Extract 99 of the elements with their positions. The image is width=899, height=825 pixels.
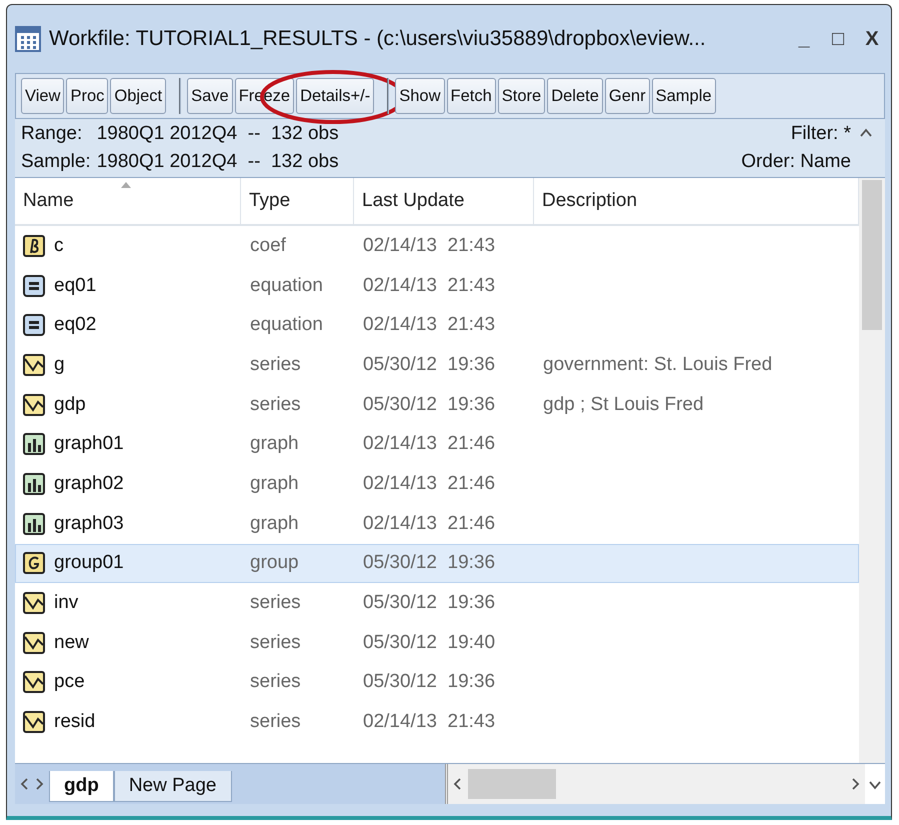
object-description: gdp ; St Louis Fred xyxy=(542,394,705,416)
table-row[interactable]: eq01 equation 02/14/13 21:43 xyxy=(15,266,859,306)
beta-icon xyxy=(23,234,45,257)
object-name: c xyxy=(54,234,64,257)
object-name: group01 xyxy=(54,552,124,574)
toolbar-button[interactable]: Sample xyxy=(652,78,716,114)
bar-chart-icon xyxy=(23,433,45,456)
table-row[interactable]: resid series 02/14/13 21:43 xyxy=(15,702,859,742)
object-type: graph xyxy=(249,512,300,535)
last-update: 05/30/12 19:36 xyxy=(362,552,496,574)
toolbar-button[interactable]: Details+/- xyxy=(296,78,374,114)
table-row[interactable]: c coef 02/14/13 21:43 xyxy=(15,226,859,266)
table-row[interactable]: group01 group 05/30/12 19:36 xyxy=(15,544,859,584)
object-name: resid xyxy=(54,711,96,734)
line-chart-icon xyxy=(23,354,45,376)
scroll-thumb[interactable] xyxy=(468,769,556,799)
last-update: 02/14/13 21:43 xyxy=(362,234,496,257)
table-row[interactable]: eq02 equation 02/14/13 21:43 xyxy=(15,305,859,346)
window-title: Workfile: TUTORIAL1_RESULTS - (c:\users\viu35889\dropbox\eview... xyxy=(49,27,707,51)
object-type: graph xyxy=(249,433,300,456)
last-update: 05/30/12 19:36 xyxy=(362,671,496,694)
sample-value: 1980Q1 2012Q4 -- 132 obs xyxy=(96,151,340,173)
bar-chart-icon xyxy=(23,512,45,535)
table-row[interactable]: graph03 graph 02/14/13 21:46 xyxy=(15,504,859,544)
table-row[interactable]: gdp series 05/30/12 19:36 gdp ; St Louis Fred xyxy=(15,384,859,424)
page-tab[interactable]: New Page xyxy=(114,771,232,802)
last-update: 02/14/13 21:46 xyxy=(362,472,496,495)
maximize-button[interactable]: □ xyxy=(825,28,851,50)
table-row[interactable]: graph01 graph 02/14/13 21:46 xyxy=(15,424,859,464)
last-update: 05/30/12 19:36 xyxy=(362,354,496,376)
object-name: gdp xyxy=(54,394,86,416)
column-header[interactable]: Last Update xyxy=(354,178,534,224)
vertical-scrollbar[interactable] xyxy=(859,178,885,763)
toolbar-button[interactable]: Object xyxy=(110,78,166,114)
last-update: 05/30/12 19:36 xyxy=(362,592,496,614)
object-type: series xyxy=(249,632,302,654)
object-name: graph01 xyxy=(54,433,124,456)
object-name: g xyxy=(54,354,65,376)
object-type: coef xyxy=(249,234,287,257)
object-name: graph03 xyxy=(54,512,124,535)
last-update: 02/14/13 21:43 xyxy=(362,274,496,297)
toolbar-button[interactable]: Fetch xyxy=(446,78,496,114)
last-update: 02/14/13 21:43 xyxy=(362,711,496,734)
order-label: Order: Name xyxy=(741,151,851,173)
last-update: 05/30/12 19:40 xyxy=(362,632,496,654)
close-button[interactable]: X xyxy=(859,28,885,50)
object-type: series xyxy=(249,354,302,376)
last-update: 02/14/13 21:46 xyxy=(362,512,496,535)
toolbar-button[interactable]: View xyxy=(21,78,64,114)
column-header[interactable]: Type xyxy=(241,178,354,224)
range-label: Range: xyxy=(21,123,84,145)
line-chart-icon xyxy=(23,671,45,694)
table-row[interactable]: graph02 graph 02/14/13 21:46 xyxy=(15,464,859,504)
object-type: equation xyxy=(249,314,324,336)
minimize-button[interactable]: _ xyxy=(791,28,817,50)
toolbar-button[interactable]: Genr xyxy=(604,78,650,114)
toolbar-button[interactable]: Store xyxy=(498,78,546,114)
object-name: graph02 xyxy=(54,472,124,495)
page-tab[interactable]: gdp xyxy=(49,771,114,802)
toolbar-button[interactable]: Save xyxy=(187,78,233,114)
table-row[interactable]: pce series 05/30/12 19:36 xyxy=(15,662,859,702)
object-type: equation xyxy=(249,274,324,297)
object-type: series xyxy=(249,592,302,614)
table-row[interactable]: new series 05/30/12 19:40 xyxy=(15,622,859,663)
horizontal-scrollbar[interactable] xyxy=(445,764,865,804)
toolbar-button[interactable]: Proc xyxy=(66,78,108,114)
object-type: series xyxy=(249,394,302,416)
equation-icon xyxy=(23,314,45,336)
equation-icon xyxy=(23,274,45,297)
object-type: series xyxy=(249,671,302,694)
object-type: group xyxy=(249,552,300,574)
object-name: inv xyxy=(54,592,78,614)
group-icon xyxy=(23,552,45,574)
filter-label: Filter: * xyxy=(790,123,851,145)
line-chart-icon xyxy=(23,711,45,734)
workfile-icon xyxy=(15,26,41,52)
object-type: graph xyxy=(249,472,300,495)
object-name: eq02 xyxy=(54,314,96,336)
bar-chart-icon xyxy=(23,472,45,495)
line-chart-icon xyxy=(23,394,45,416)
column-header[interactable]: Name xyxy=(15,178,241,224)
object-description: government: St. Louis Fred xyxy=(542,354,774,376)
line-chart-icon xyxy=(23,592,45,614)
sort-arrow-icon xyxy=(121,182,131,188)
scroll-thumb[interactable] xyxy=(862,180,882,330)
last-update: 02/14/13 21:46 xyxy=(362,433,496,456)
last-update: 02/14/13 21:43 xyxy=(362,314,496,336)
line-chart-icon xyxy=(23,632,45,654)
toolbar-button[interactable]: Show xyxy=(395,78,444,114)
toolbar-button[interactable]: Delete xyxy=(547,78,603,114)
sample-label: Sample: xyxy=(21,151,91,173)
object-name: pce xyxy=(54,671,85,694)
object-name: new xyxy=(54,632,89,654)
object-name: eq01 xyxy=(54,274,96,297)
range-value: 1980Q1 2012Q4 -- 132 obs xyxy=(96,123,340,145)
table-row[interactable]: g series 05/30/12 19:36 government: St. Louis Fred xyxy=(15,345,859,385)
last-update: 05/30/12 19:36 xyxy=(362,394,496,416)
table-row[interactable]: inv series 05/30/12 19:36 xyxy=(15,583,859,623)
object-type: series xyxy=(249,711,302,734)
